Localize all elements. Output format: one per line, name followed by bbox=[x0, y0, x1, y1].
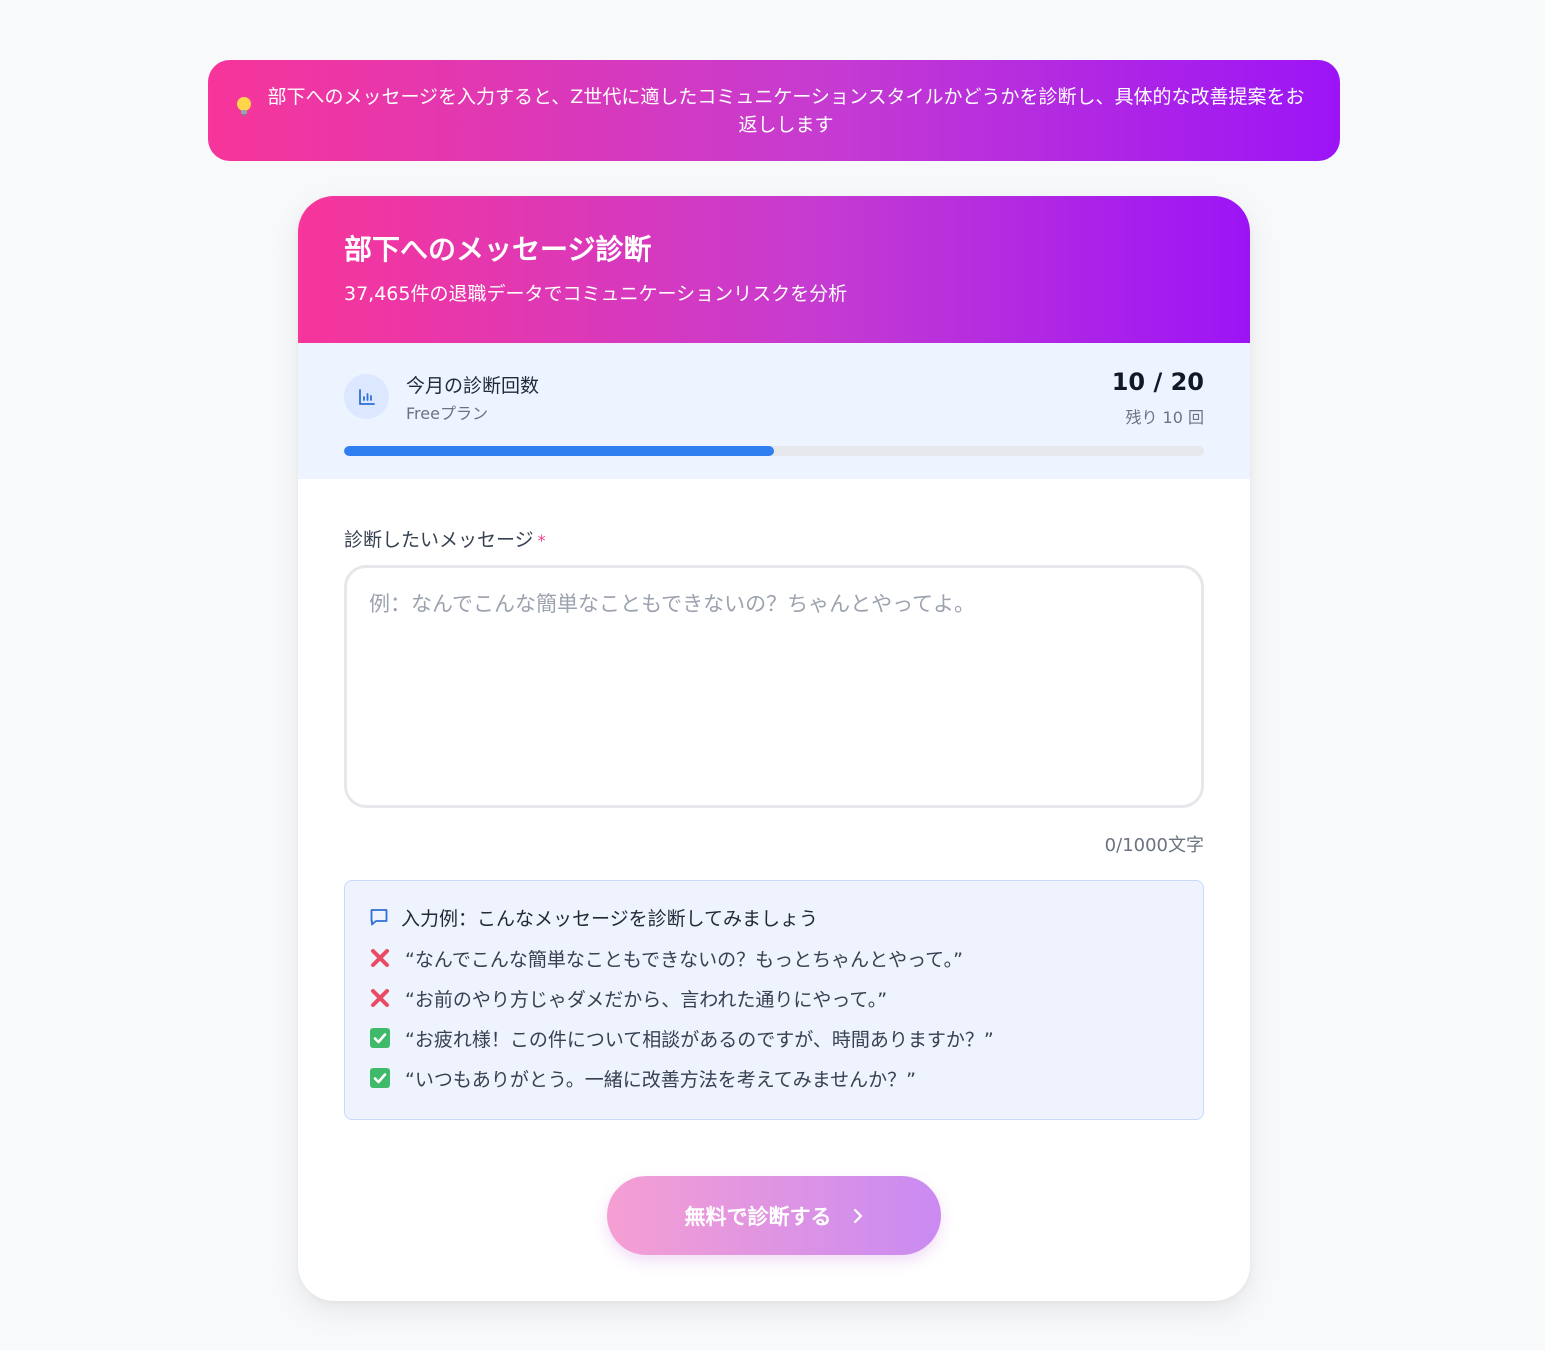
lightbulb-icon bbox=[236, 96, 252, 126]
example-item: “お疲れ様！この件について相談があるのですが、時間ありますか？” bbox=[369, 1018, 1179, 1058]
diagnosis-card: 部下へのメッセージ診断 37,465件の退職データでコミュニケーションリスクを分… bbox=[298, 196, 1250, 1301]
cross-mark-icon bbox=[369, 947, 391, 969]
example-text: “なんでこんな簡単なこともできないの？もっとちゃんとやって。” bbox=[405, 948, 963, 971]
message-field-label: 診断したいメッセージ * bbox=[344, 525, 546, 552]
examples-title: 入力例：こんなメッセージを診断してみましょう bbox=[369, 905, 1179, 930]
example-text: “いつもありがとう。一緒に改善方法を考えてみませんか？” bbox=[405, 1068, 917, 1091]
chevron-right-icon bbox=[852, 1208, 864, 1224]
bar-chart-icon bbox=[344, 374, 389, 419]
message-field-label-text: 診断したいメッセージ bbox=[344, 529, 534, 551]
required-mark: * bbox=[537, 531, 546, 550]
char-counter: 0/1000文字 bbox=[1104, 835, 1204, 856]
message-input[interactable] bbox=[344, 565, 1204, 808]
card-subtitle: 37,465件の退職データでコミュニケーションリスクを分析 bbox=[344, 283, 848, 305]
usage-progress-fill bbox=[344, 446, 774, 456]
cross-mark-icon bbox=[369, 987, 391, 1009]
card-header: 部下へのメッセージ診断 37,465件の退職データでコミュニケーションリスクを分… bbox=[298, 196, 1250, 343]
usage-progress-bar bbox=[344, 446, 1204, 456]
examples-box: 入力例：こんなメッセージを診断してみましょう “なんでこんな簡単なこともできない… bbox=[344, 880, 1204, 1120]
diagnose-button-label: 無料で診断する bbox=[684, 1204, 832, 1229]
diagnose-button[interactable]: 無料で診断する bbox=[607, 1176, 941, 1255]
example-item: “なんでこんな簡単なこともできないの？もっとちゃんとやって。” bbox=[369, 938, 1179, 978]
usage-remaining: 残り 10 回 bbox=[1125, 408, 1204, 427]
example-text: “お疲れ様！この件について相談があるのですが、時間ありますか？” bbox=[405, 1028, 994, 1051]
usage-panel: 今月の診断回数 Freeプラン 10 / 20 残り 10 回 bbox=[298, 343, 1250, 479]
example-text: “お前のやり方じゃダメだから、言われた通りにやって。” bbox=[405, 988, 888, 1011]
plan-name: Freeプラン bbox=[406, 404, 488, 423]
example-item: “いつもありがとう。一緒に改善方法を考えてみませんか？” bbox=[369, 1058, 1179, 1098]
check-mark-icon bbox=[369, 1027, 391, 1049]
card-title: 部下へのメッセージ診断 bbox=[344, 233, 652, 266]
info-banner: 部下へのメッセージを入力すると、Z世代に適したコミュニケーションスタイルかどうか… bbox=[208, 60, 1340, 161]
usage-label: 今月の診断回数 bbox=[406, 375, 540, 397]
example-list: “なんでこんな簡単なこともできないの？もっとちゃんとやって。” “お前のやり方じ… bbox=[369, 938, 1179, 1098]
chat-bubble-icon bbox=[369, 907, 389, 927]
check-mark-icon bbox=[369, 1067, 391, 1089]
example-item: “お前のやり方じゃダメだから、言われた通りにやって。” bbox=[369, 978, 1179, 1018]
usage-count: 10 / 20 bbox=[1111, 368, 1204, 396]
examples-title-text: 入力例：こんなメッセージを診断してみましょう bbox=[401, 907, 819, 930]
banner-text: 部下へのメッセージを入力すると、Z世代に適したコミュニケーションスタイルかどうか… bbox=[267, 85, 1305, 136]
